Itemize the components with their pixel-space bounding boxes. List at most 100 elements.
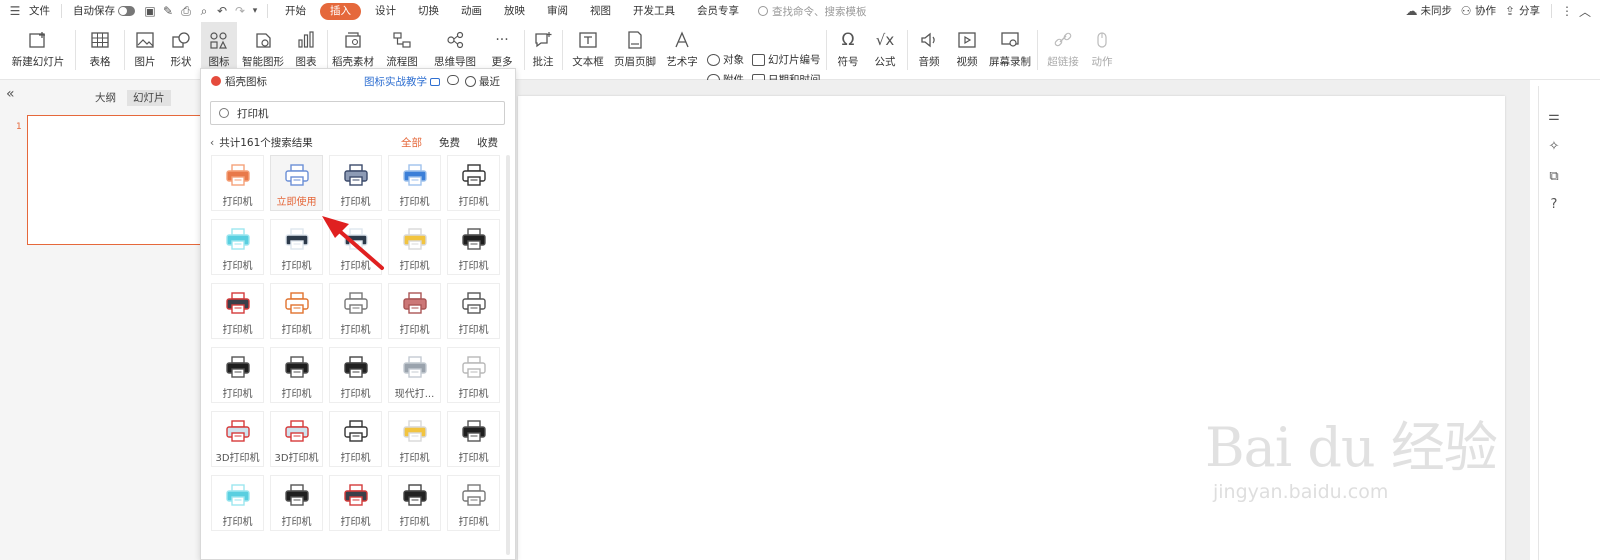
tab-outline[interactable]: 大纲 (89, 90, 122, 106)
file-menu[interactable]: 文件 (24, 0, 55, 22)
icon-result-item[interactable]: 打印机 (270, 475, 323, 531)
image-button[interactable]: 图片 (128, 22, 162, 80)
tab-transition[interactable]: 切换 (407, 0, 450, 22)
panel-scrollbar[interactable] (506, 155, 510, 555)
icon-result-item[interactable]: 打印机 (270, 347, 323, 403)
icon-result-item[interactable]: 打印机 (329, 219, 382, 275)
redo-icon[interactable]: ↷ (231, 0, 249, 22)
tab-animation[interactable]: 动画 (450, 0, 493, 22)
tab-slides[interactable]: 幻灯片 (127, 90, 171, 106)
art-text-button[interactable]: 艺术字 (661, 22, 703, 80)
printer-black-icon (225, 355, 251, 379)
icon-result-item[interactable]: 打印机 (388, 219, 441, 275)
filter-free[interactable]: 免费 (439, 135, 460, 150)
header-footer-button[interactable]: 页眉页脚 (612, 22, 658, 80)
filter-all[interactable]: 全部 (401, 135, 422, 150)
chat-icon[interactable] (447, 75, 459, 85)
icon-result-item[interactable]: 打印机 (388, 283, 441, 339)
icon-result-item[interactable]: 打印机 (211, 347, 264, 403)
collapse-pane-icon[interactable]: « (6, 86, 15, 102)
print-preview-icon[interactable]: ⌕ (195, 0, 213, 22)
video-button[interactable]: 视频 (949, 22, 985, 80)
slide-number-button[interactable]: 幻灯片编号 (752, 52, 821, 68)
icon-result-item[interactable]: 打印机 (329, 347, 382, 403)
recent-button[interactable]: 最近 (465, 74, 500, 89)
tab-home[interactable]: 开始 (274, 0, 317, 22)
format-painter-icon[interactable]: ✎ (159, 0, 177, 22)
hyperlink-button[interactable]: 超链接 (1041, 22, 1085, 80)
more-menu-icon[interactable]: ⋮ (1558, 0, 1576, 22)
icon-result-item[interactable]: 打印机 (388, 475, 441, 531)
audio-button[interactable]: 音频 (911, 22, 947, 80)
print-icon[interactable]: ⎙ (177, 0, 195, 22)
shape-button[interactable]: 形状 (163, 22, 199, 80)
chevron-down-icon[interactable]: ▾ (249, 0, 261, 22)
save-icon[interactable]: ▣ (141, 0, 159, 22)
icon-result-item[interactable]: 打印机 (447, 475, 500, 531)
icon-result-item[interactable]: 打印机 (447, 411, 500, 467)
printer-paper-line-icon (343, 291, 369, 315)
icon-result-item[interactable]: 3D打印机 (211, 411, 264, 467)
symbol-button[interactable]: Ω 符号 (830, 22, 866, 80)
icon-result-item[interactable]: 打印机 (329, 475, 382, 531)
table-button[interactable]: 表格 (80, 22, 120, 80)
icon-result-item[interactable]: 打印机 (270, 219, 323, 275)
object-button[interactable]: 对象 (707, 52, 744, 68)
tab-view[interactable]: 视图 (579, 0, 622, 22)
tab-design[interactable]: 设计 (364, 0, 407, 22)
command-search[interactable]: 查找命令、搜索模板 (758, 4, 867, 19)
icon-result-item[interactable]: 打印机 (388, 411, 441, 467)
layout-icon[interactable]: ⧉ (1546, 168, 1562, 184)
filter-paid[interactable]: 收费 (477, 135, 498, 150)
icon-result-item[interactable]: 打印机 (447, 283, 500, 339)
icon-result-item[interactable]: 打印机 (329, 411, 382, 467)
icon-result-item[interactable]: 打印机 (447, 219, 500, 275)
tutorial-link[interactable]: 图标实战教学 (364, 74, 440, 89)
pin-icon[interactable]: ✧ (1546, 138, 1562, 154)
icon-result-item[interactable]: 现代打... (388, 347, 441, 403)
share-button[interactable]: 分享 (1519, 0, 1545, 22)
tab-developer[interactable]: 开发工具 (622, 0, 686, 22)
tab-insert[interactable]: 插入 (320, 2, 361, 20)
icon-result-item[interactable]: 打印机 (211, 219, 264, 275)
undo-icon[interactable]: ↶ (213, 0, 231, 22)
formula-button[interactable]: √x 公式 (867, 22, 903, 80)
play-icon (430, 77, 440, 86)
icon-result-item[interactable]: 3D打印机 (270, 411, 323, 467)
printer-outline-blue-icon (284, 163, 310, 187)
adjust-icon[interactable]: ⚌ (1546, 108, 1562, 124)
art-text-icon (671, 30, 693, 50)
back-results[interactable]: ‹ 共计161个搜索结果 (210, 135, 313, 150)
icon-result-item[interactable]: 打印机 (388, 155, 441, 211)
collapse-ribbon-icon[interactable]: ︿ (1576, 0, 1594, 22)
printer-cyan-icon (225, 227, 251, 251)
icon-result-item[interactable]: 立即使用 (270, 155, 323, 211)
slide-thumbnail[interactable] (27, 115, 207, 245)
icon-result-item[interactable]: 打印机 (447, 155, 500, 211)
tab-slideshow[interactable]: 放映 (493, 0, 536, 22)
icon-result-item[interactable]: 打印机 (447, 347, 500, 403)
new-slide-label: 新建幻灯片 (11, 56, 65, 68)
action-button[interactable]: 动作 (1086, 22, 1118, 80)
hamburger-icon[interactable]: ☰ (6, 0, 24, 22)
icon-result-label: 3D打印机 (274, 453, 319, 464)
new-slide-button[interactable]: 新建幻灯片 (6, 22, 70, 80)
icon-result-item[interactable]: 打印机 (211, 475, 264, 531)
icon-result-item[interactable]: 打印机 (329, 155, 382, 211)
collab-button[interactable]: 协作 (1475, 0, 1501, 22)
autosave-toggle[interactable] (118, 6, 135, 16)
sync-status[interactable]: 未同步 (1421, 0, 1458, 22)
use-now-button[interactable]: 立即使用 (271, 193, 322, 208)
tab-member[interactable]: 会员专享 (686, 0, 750, 22)
icon-result-item[interactable]: 打印机 (270, 283, 323, 339)
icon-result-item[interactable]: 打印机 (211, 283, 264, 339)
help-icon[interactable]: ? (1546, 196, 1562, 212)
icon-search-input[interactable] (237, 105, 497, 121)
icon-search-box[interactable] (210, 101, 505, 125)
comment-button[interactable]: 批注 (528, 22, 558, 80)
icon-result-item[interactable]: 打印机 (211, 155, 264, 211)
textbox-button[interactable]: 文本框 (566, 22, 610, 80)
screen-record-button[interactable]: 屏幕录制 (988, 22, 1032, 80)
tab-review[interactable]: 审阅 (536, 0, 579, 22)
icon-result-item[interactable]: 打印机 (329, 283, 382, 339)
